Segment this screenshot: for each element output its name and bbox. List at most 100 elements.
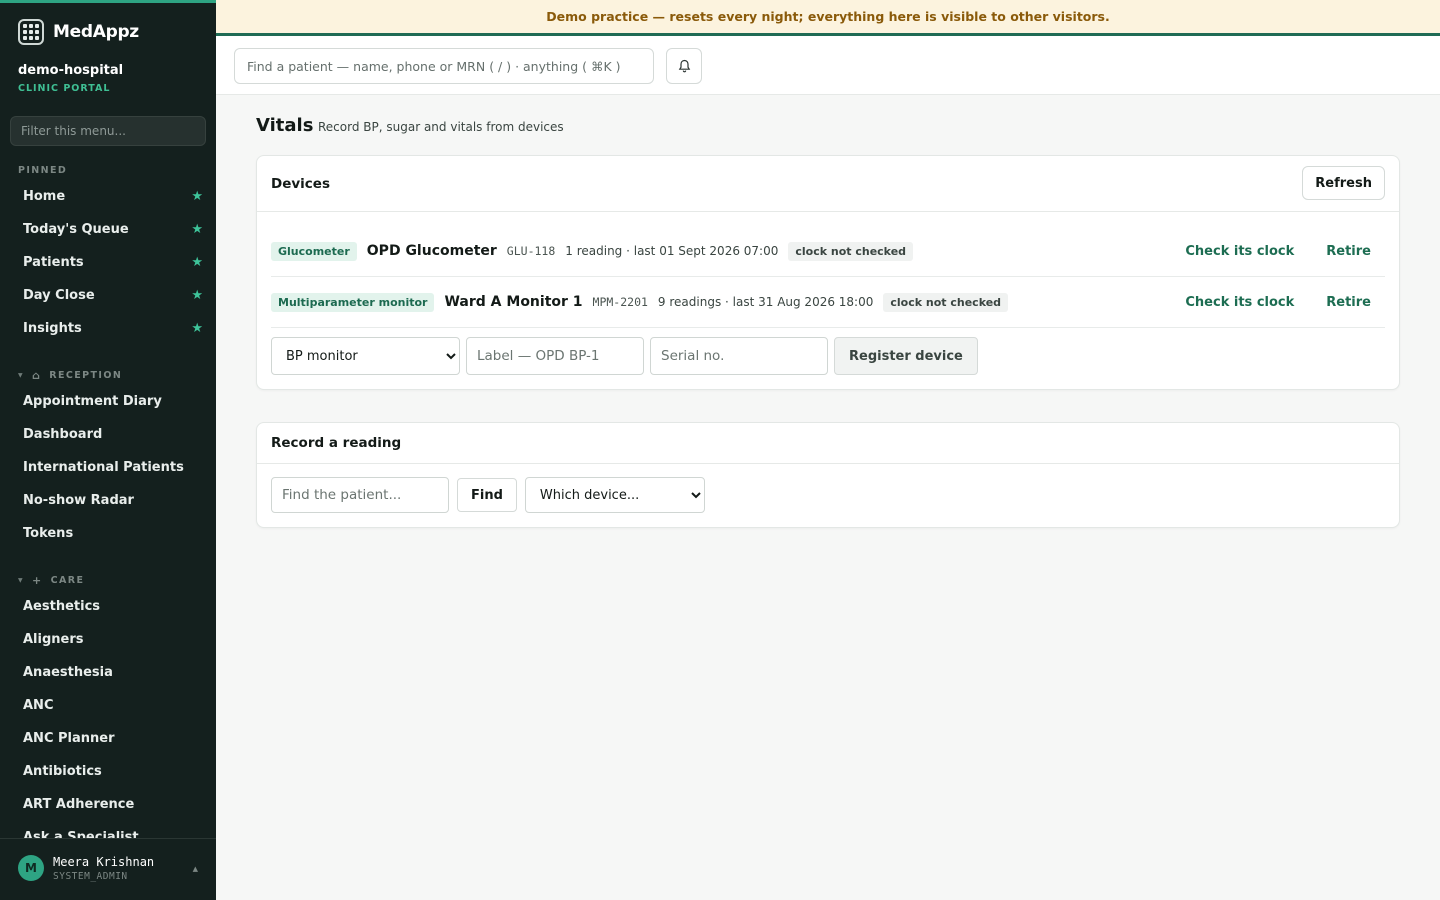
user-menu[interactable]: M Meera Krishnan SYSTEM_ADMIN ▲	[0, 838, 216, 900]
clock-status-badge: clock not checked	[883, 292, 1009, 312]
sidebar-item-home[interactable]: Home ★	[23, 189, 203, 204]
brand[interactable]: MedAppz	[18, 19, 139, 45]
register-device-button[interactable]: Register device	[834, 337, 978, 375]
sidebar-item-label: Aligners	[23, 632, 84, 647]
notifications-button[interactable]	[666, 48, 702, 84]
org-name: demo-hospital	[18, 63, 124, 78]
sidebar-item-international-patients[interactable]: International Patients	[23, 460, 203, 475]
sidebar-item-day-close[interactable]: Day Close ★	[23, 288, 203, 303]
sidebar-item-label: No-show Radar	[23, 493, 134, 508]
caret-down-icon: ▼	[18, 577, 25, 584]
sidebar-item-no-show-radar[interactable]: No-show Radar	[23, 493, 203, 508]
record-reading-card: Record a reading Find Which device...	[256, 422, 1400, 528]
sidebar-item-todays-queue[interactable]: Today's Queue ★	[23, 222, 203, 237]
retire-button[interactable]: Retire	[1326, 244, 1371, 259]
device-type-badge: Multiparameter monitor	[271, 292, 435, 312]
menu-filter-input[interactable]	[10, 116, 206, 146]
sidebar-item-label: Appointment Diary	[23, 394, 162, 409]
user-role: SYSTEM_ADMIN	[53, 871, 128, 882]
sidebar-item-insights[interactable]: Insights ★	[23, 321, 203, 336]
refresh-button[interactable]: Refresh	[1302, 166, 1385, 200]
star-icon[interactable]: ★	[191, 288, 203, 303]
device-type-select[interactable]: BP monitor	[271, 337, 460, 375]
sidebar-item-appointment-diary[interactable]: Appointment Diary	[23, 394, 203, 409]
sidebar-item-label: Patients	[23, 255, 84, 270]
sidebar-item-label: Tokens	[23, 526, 74, 541]
device-type-badge: Glucometer	[271, 241, 357, 261]
care-section-label: CARE	[50, 575, 85, 586]
sidebar-item-label: Antibiotics	[23, 764, 102, 779]
devices-card: Devices Refresh Glucometer OPD Glucomete…	[256, 155, 1400, 390]
sidebar-item-anaesthesia[interactable]: Anaesthesia	[23, 665, 203, 680]
device-readings: 1 reading · last 01 Sept 2026 07:00	[565, 244, 779, 258]
clock-status-badge: clock not checked	[788, 241, 914, 261]
star-icon[interactable]: ★	[191, 222, 203, 237]
device-serial-input[interactable]	[650, 337, 828, 375]
sidebar-item-label: Dashboard	[23, 427, 103, 442]
plus-icon: +	[32, 574, 43, 587]
device-actions: Check its clock Retire	[1185, 295, 1385, 310]
sidebar-item-label: Home	[23, 189, 66, 204]
brand-name: MedAppz	[53, 22, 139, 42]
sidebar: MedAppz demo-hospital CLINIC PORTAL PINN…	[0, 0, 216, 900]
sidebar-item-label: Aesthetics	[23, 599, 101, 614]
user-name: Meera Krishnan	[53, 855, 155, 869]
topbar	[216, 36, 1440, 95]
sidebar-item-aesthetics[interactable]: Aesthetics	[23, 599, 203, 614]
star-icon[interactable]: ★	[191, 189, 203, 204]
page-subtitle: Record BP, sugar and vitals from devices	[318, 120, 564, 134]
sidebar-item-anc[interactable]: ANC	[23, 698, 203, 713]
device-row: Glucometer OPD Glucometer GLU-118 1 read…	[271, 226, 1385, 277]
record-reading-form: Find Which device...	[271, 477, 705, 513]
device-actions: Check its clock Retire	[1185, 244, 1385, 259]
sidebar-item-label: Insights	[23, 321, 82, 336]
retire-button[interactable]: Retire	[1326, 295, 1371, 310]
sidebar-item-label: Day Close	[23, 288, 95, 303]
sidebar-item-patients[interactable]: Patients ★	[23, 255, 203, 270]
grid-logo-icon	[18, 19, 44, 45]
sidebar-item-label: Today's Queue	[23, 222, 129, 237]
star-icon[interactable]: ★	[191, 321, 203, 336]
sidebar-item-label: ANC Planner	[23, 731, 115, 746]
care-section-toggle[interactable]: ▼ + CARE	[18, 574, 84, 587]
devices-card-header: Devices Refresh	[257, 156, 1399, 212]
sidebar-item-dashboard[interactable]: Dashboard	[23, 427, 203, 442]
sidebar-item-art-adherence[interactable]: ART Adherence	[23, 797, 203, 812]
page-title: Vitals	[256, 115, 314, 136]
record-card-header: Record a reading	[257, 423, 1399, 464]
caret-down-icon: ▼	[18, 372, 25, 379]
reception-section-toggle[interactable]: ▼ ⌂ RECEPTION	[18, 369, 122, 382]
device-label-input[interactable]	[466, 337, 644, 375]
find-button[interactable]: Find	[457, 478, 517, 512]
pinned-section-label: PINNED	[18, 165, 68, 176]
avatar: M	[18, 855, 44, 881]
device-row: Multiparameter monitor Ward A Monitor 1 …	[271, 277, 1385, 328]
portal-label: CLINIC PORTAL	[18, 83, 111, 94]
chevron-up-icon: ▲	[192, 865, 198, 873]
device-readings: 9 readings · last 31 Aug 2026 18:00	[657, 295, 874, 309]
sidebar-item-antibiotics[interactable]: Antibiotics	[23, 764, 203, 779]
sidebar-item-label: Anaesthesia	[23, 665, 113, 680]
reception-section-label: RECEPTION	[49, 370, 123, 381]
sidebar-item-label: ART Adherence	[23, 797, 135, 812]
sidebar-item-aligners[interactable]: Aligners	[23, 632, 203, 647]
record-title: Record a reading	[271, 435, 402, 451]
bell-icon	[678, 59, 690, 73]
patient-find-input[interactable]	[271, 477, 449, 513]
devices-title: Devices	[271, 176, 330, 192]
register-device-form: BP monitor Register device	[271, 337, 978, 375]
star-icon[interactable]: ★	[191, 255, 203, 270]
demo-banner: Demo practice — resets every night; ever…	[216, 0, 1440, 36]
device-name: Ward A Monitor 1	[444, 294, 583, 310]
device-select[interactable]: Which device...	[524, 477, 705, 513]
home-icon: ⌂	[32, 369, 42, 382]
device-serial: MPM-2201	[592, 295, 648, 309]
check-clock-button[interactable]: Check its clock	[1185, 295, 1294, 310]
patient-search-input[interactable]	[234, 48, 654, 84]
sidebar-item-anc-planner[interactable]: ANC Planner	[23, 731, 203, 746]
check-clock-button[interactable]: Check its clock	[1185, 244, 1294, 259]
sidebar-item-label: International Patients	[23, 460, 184, 475]
device-serial: GLU-118	[506, 244, 556, 258]
device-name: OPD Glucometer	[366, 243, 497, 259]
sidebar-item-tokens[interactable]: Tokens	[23, 526, 203, 541]
